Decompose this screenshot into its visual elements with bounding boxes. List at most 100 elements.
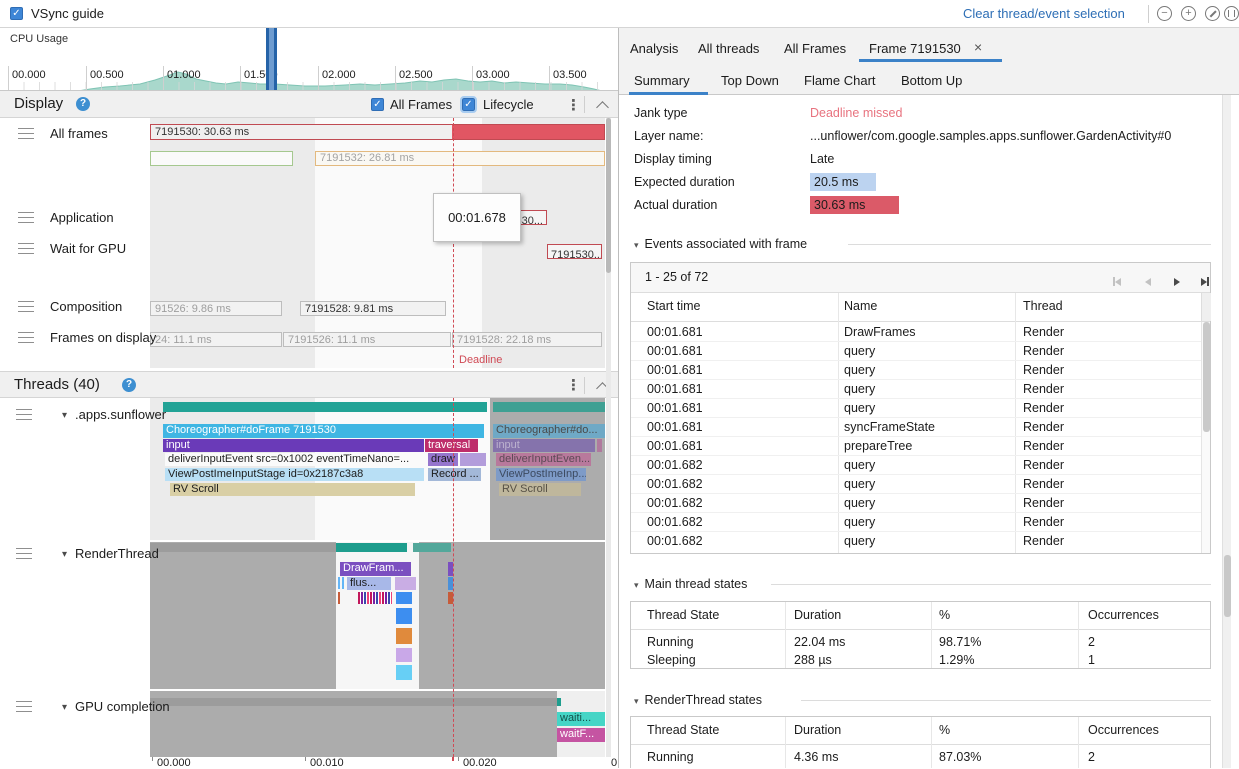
trace-event-choreographer[interactable]: Choreographer#doFrame 7191530 <box>163 424 484 438</box>
thread-state-bar-dim[interactable] <box>150 543 336 552</box>
trace-event-record[interactable]: Record ... <box>428 468 481 481</box>
track-drag-handle[interactable] <box>16 548 32 559</box>
trace-event-block-blue[interactable] <box>396 608 412 624</box>
display-more-options-icon[interactable] <box>566 96 581 115</box>
prev-page-icon[interactable] <box>1145 273 1151 291</box>
trace-event-sliver-pink[interactable] <box>597 439 602 452</box>
frames-on-display-bar[interactable]: 7191528: 22.18 ms <box>452 332 602 347</box>
zoom-in-icon[interactable]: + <box>1181 6 1196 21</box>
event-row[interactable]: 00:01.682queryRender <box>631 456 1201 475</box>
zoom-to-selection-icon[interactable] <box>1224 6 1239 21</box>
trace-event-block-cyan[interactable] <box>396 665 412 680</box>
thread-state-bar-running[interactable] <box>336 543 407 552</box>
track-drag-handle[interactable] <box>18 243 34 254</box>
col-header-start-time[interactable]: Start time <box>647 299 701 313</box>
left-panel-scrollbar[interactable] <box>606 118 611 757</box>
scrollbar-thumb[interactable] <box>1224 555 1231 617</box>
col-header-percent[interactable]: % <box>939 608 950 622</box>
first-page-icon[interactable] <box>1113 273 1121 291</box>
lifecycle-checkbox-icon[interactable] <box>462 98 475 111</box>
all-frames-checkbox-icon[interactable] <box>371 98 384 111</box>
event-row[interactable]: 00:01.682queryRender <box>631 475 1201 494</box>
tab-all-frames[interactable]: All Frames <box>784 41 846 56</box>
trace-event-viewpostime[interactable]: ViewPostImeInputStage id=0x2187c3a8 <box>165 468 424 481</box>
wait-gpu-frame-bar[interactable]: 7191530... <box>547 244 602 259</box>
event-row[interactable]: 00:01.682queryRender <box>631 532 1201 553</box>
event-row[interactable]: 00:01.681DrawFramesRender <box>631 323 1201 342</box>
cpu-usage-chart[interactable]: CPU Usage 00.000 00.500 01.000 01.500 02… <box>0 28 619 91</box>
trace-event-stripes[interactable] <box>358 592 392 604</box>
thread-state-bar-dim[interactable] <box>493 402 605 412</box>
subtab-flame-chart[interactable]: Flame Chart <box>804 73 876 88</box>
trace-event-input[interactable]: input <box>163 439 424 452</box>
col-header-duration[interactable]: Duration <box>794 608 841 622</box>
lifecycle-checkbox-label[interactable]: Lifecycle <box>483 97 534 112</box>
tab-all-threads[interactable]: All threads <box>698 41 759 56</box>
threads-help-icon[interactable]: ? <box>122 378 136 392</box>
frames-on-display-bar[interactable]: 24: 11.1 ms <box>150 332 282 347</box>
event-row[interactable]: 00:01.681queryRender <box>631 361 1201 380</box>
thread-state-bar-running[interactable] <box>557 698 561 706</box>
col-header-thread-state[interactable]: Thread State <box>647 723 719 737</box>
thread-state-bar-running[interactable] <box>163 402 487 412</box>
trace-event-waitfence[interactable]: waitF... <box>557 728 605 742</box>
all-frames-checkbox-label[interactable]: All Frames <box>390 97 452 112</box>
event-row[interactable]: 00:01.682queryRender <box>631 513 1201 532</box>
trace-event-input-dim[interactable]: input <box>493 439 595 452</box>
tab-analysis[interactable]: Analysis <box>630 41 678 56</box>
frames-on-display-bar[interactable]: 7191526: 11.1 ms <box>283 332 451 347</box>
scrollbar-thumb[interactable] <box>1203 322 1210 432</box>
track-drag-handle[interactable] <box>18 212 34 223</box>
trace-event-drawframes[interactable]: DrawFram... <box>340 562 411 576</box>
events-scrollbar[interactable] <box>1201 322 1210 553</box>
display-help-icon[interactable]: ? <box>76 97 90 111</box>
subtab-summary[interactable]: Summary <box>634 73 690 88</box>
track-drag-handle[interactable] <box>18 332 34 343</box>
thread-expand-icon[interactable] <box>62 405 67 423</box>
trace-event-draw-extra[interactable] <box>460 453 486 466</box>
track-drag-handle[interactable] <box>18 128 34 139</box>
frame-bar-prev[interactable] <box>150 151 293 166</box>
right-panel-scrollbar[interactable] <box>1222 95 1231 768</box>
trace-event-deliver-input[interactable]: deliverInputEvent src=0x1002 eventTimeNa… <box>165 453 424 466</box>
clear-selection-link[interactable]: Clear thread/event selection <box>963 6 1125 21</box>
trace-event-block-orange[interactable] <box>396 628 412 644</box>
col-header-name[interactable]: Name <box>844 299 877 313</box>
threads-more-options-icon[interactable] <box>566 376 581 395</box>
scrollbar-thumb[interactable] <box>606 118 611 273</box>
trace-event-waiting[interactable]: waiti... <box>557 712 605 726</box>
trace-event-choreographer-dim[interactable]: Choreographer#do... <box>493 424 605 438</box>
composition-bar[interactable]: 91526: 9.86 ms <box>150 301 282 316</box>
state-row[interactable]: Sleeping288 µs1.29%1 <box>631 652 1210 668</box>
trace-event-deliver-dim[interactable]: deliverInputEven... <box>496 453 591 466</box>
vsync-checkbox-checked-icon[interactable] <box>10 7 23 20</box>
last-page-icon[interactable] <box>1201 273 1209 291</box>
event-row[interactable]: 00:01.681prepareTreeRender <box>631 437 1201 456</box>
tab-frame-7191530[interactable]: Frame 7191530 <box>869 41 961 56</box>
frame-bar-7191530[interactable]: 7191530: 30.63 ms <box>150 124 605 140</box>
trace-event-block-lilac[interactable] <box>396 648 412 662</box>
main-states-section-header[interactable]: Main thread states <box>634 577 747 591</box>
track-drag-handle[interactable] <box>16 409 32 420</box>
thread-state-bar-dim[interactable] <box>413 543 451 552</box>
next-page-icon[interactable] <box>1174 273 1180 291</box>
trace-event-viewpost-dim[interactable]: ViewPostImeInp... <box>496 468 586 481</box>
event-row[interactable]: 00:01.681syncFrameStateRender <box>631 418 1201 437</box>
trace-event-traversal[interactable]: traversal <box>425 439 478 452</box>
event-row[interactable]: 00:01.681queryRender <box>631 380 1201 399</box>
col-header-duration[interactable]: Duration <box>794 723 841 737</box>
state-row[interactable]: Running4.36 ms87.03%2 <box>631 748 1210 767</box>
zoom-out-icon[interactable]: − <box>1157 6 1172 21</box>
display-collapse-icon[interactable] <box>596 101 609 114</box>
reset-zoom-icon[interactable] <box>1205 6 1220 21</box>
col-header-percent[interactable]: % <box>939 723 950 737</box>
trace-event-rv-scroll-dim[interactable]: RV Scroll <box>499 483 581 496</box>
frame-bar-7191532[interactable]: 7191532: 26.81 ms <box>315 151 605 166</box>
composition-bar[interactable]: 7191528: 9.81 ms <box>300 301 446 316</box>
trace-event-block-lilac[interactable] <box>395 577 416 590</box>
range-selection-marker[interactable] <box>266 28 277 91</box>
thread-expand-icon[interactable] <box>62 544 67 562</box>
track-drag-handle[interactable] <box>18 301 34 312</box>
event-row[interactable]: 00:01.681queryRender <box>631 399 1201 418</box>
trace-event-rv-scroll[interactable]: RV Scroll <box>170 483 415 496</box>
